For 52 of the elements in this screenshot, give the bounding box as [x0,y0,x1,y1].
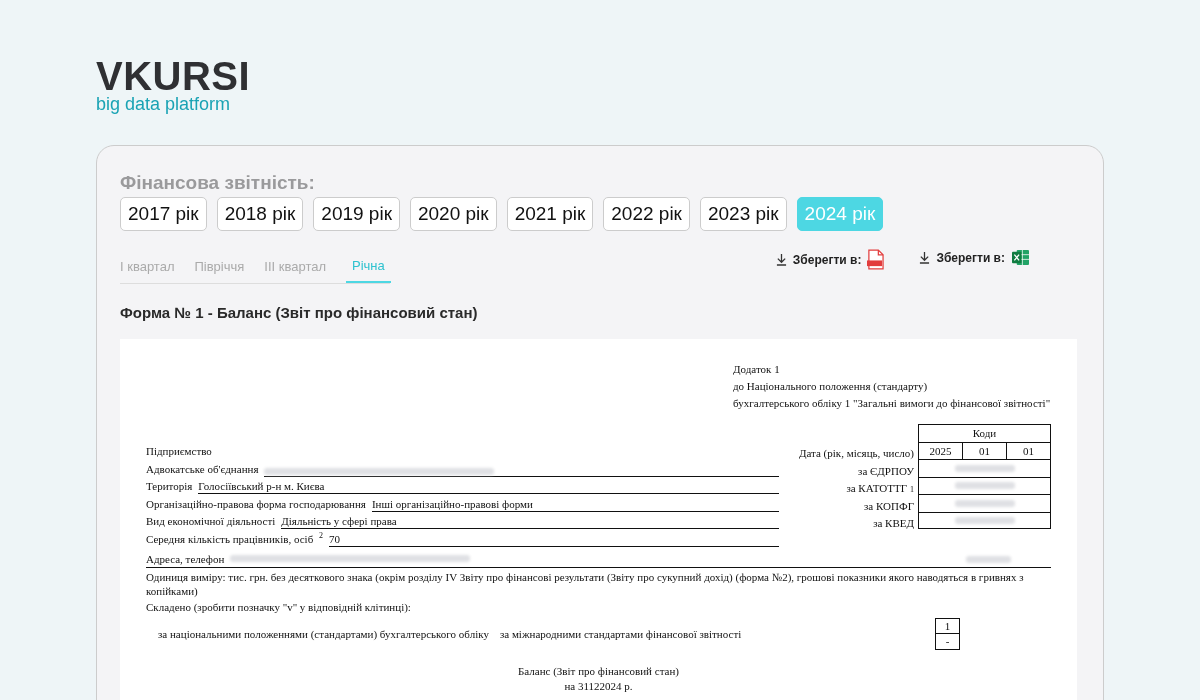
year-button[interactable]: 2021 рік [506,197,594,231]
code-cell-text: 2025 [928,443,953,459]
field-label: Вид економічної діяльності [146,515,276,529]
unit-note: Одиниця виміру: тис. грн. без десяткового знака (окрім розділу IV Звіту про фінансові результати (Звіту про сукупний дохід) (форма №2), грошові показники якого наводяться в гривнях з копійками) [146,569,1025,598]
form-title: Форма № 1 - Баланс (Звіт про фінансовий стан) [120,304,479,321]
year-button[interactable]: 2020 рік [409,197,497,231]
mark-cell: 1 [935,617,960,634]
balance-date: на 31122024 р. [563,678,634,694]
year-button[interactable]: 2023 рік [699,197,787,231]
logo-tagline: big data platform [96,94,232,114]
field-value: Діяльність у сфері права [281,515,397,527]
code-label: Дата (рік, місяць, число) [798,446,915,459]
field-value: Голосіївський р-н м. Києва [198,480,325,492]
balance-title: Баланс (Звіт про фінансовий стан) [517,663,680,679]
redacted-value [954,464,1015,472]
code-cell: 01 [1006,442,1050,459]
appendix-line: Додаток 1 [733,362,781,377]
field-value: 70 [329,532,340,545]
download-icon[interactable] [775,253,787,266]
code-label: за КВЕД [872,516,915,529]
pdf-file-icon[interactable] [867,249,885,270]
compiled-label: Складено (зробити позначку "v" у відповідній клітинці): [146,599,412,614]
save-label[interactable]: Зберегти в: [792,252,862,267]
redacted-value [966,555,1011,563]
save-label[interactable]: Зберегти в: [936,250,1005,265]
year-button[interactable]: 2019 рік [313,197,400,231]
spreadsheet-icon[interactable] [1011,249,1030,266]
redacted-value [954,482,1015,490]
redacted-value [954,499,1015,507]
appendix-line: до Національного положення (стандарту) [733,379,929,394]
year-button[interactable]: 2017 рік [120,197,207,231]
standard-label: за міжнародними стандартами фінансової звітності [499,627,742,640]
field-value: Інші організаційно-правові форми [371,497,533,510]
logo-text: VKURSI [96,58,252,94]
redacted-value [954,516,1015,524]
field-label: Підприємство [146,445,212,459]
standard-label: за національними положеннями (стандартами) бухгалтерського обліку [158,627,489,640]
code-label: за ЄДРПОУ [857,463,915,477]
code-cell: 01 [962,442,1006,459]
appendix-line: бухгалтерського обліку 1 "Загальні вимоги до фінансової звітності" [733,396,1051,411]
mark-cell: - [935,633,960,650]
year-button[interactable]: 2022 рік [603,197,690,231]
download-icon[interactable] [919,251,931,264]
field-label: Середня кількість працівників, осіб $^{2}$ [146,530,323,547]
year-button[interactable]: 2018 рік [216,197,304,231]
codes-header: Коди [918,424,1051,442]
code-label: за КОПФГ [863,498,915,512]
field-label: Територія [146,480,193,494]
field-label: Адвокатське об'єднання [146,462,259,477]
field-label: Адреса, телефон [146,552,225,565]
section-title: Фінансова звітність: [120,172,316,194]
field-label: Організаційно-правова форма господарювання [146,497,366,512]
